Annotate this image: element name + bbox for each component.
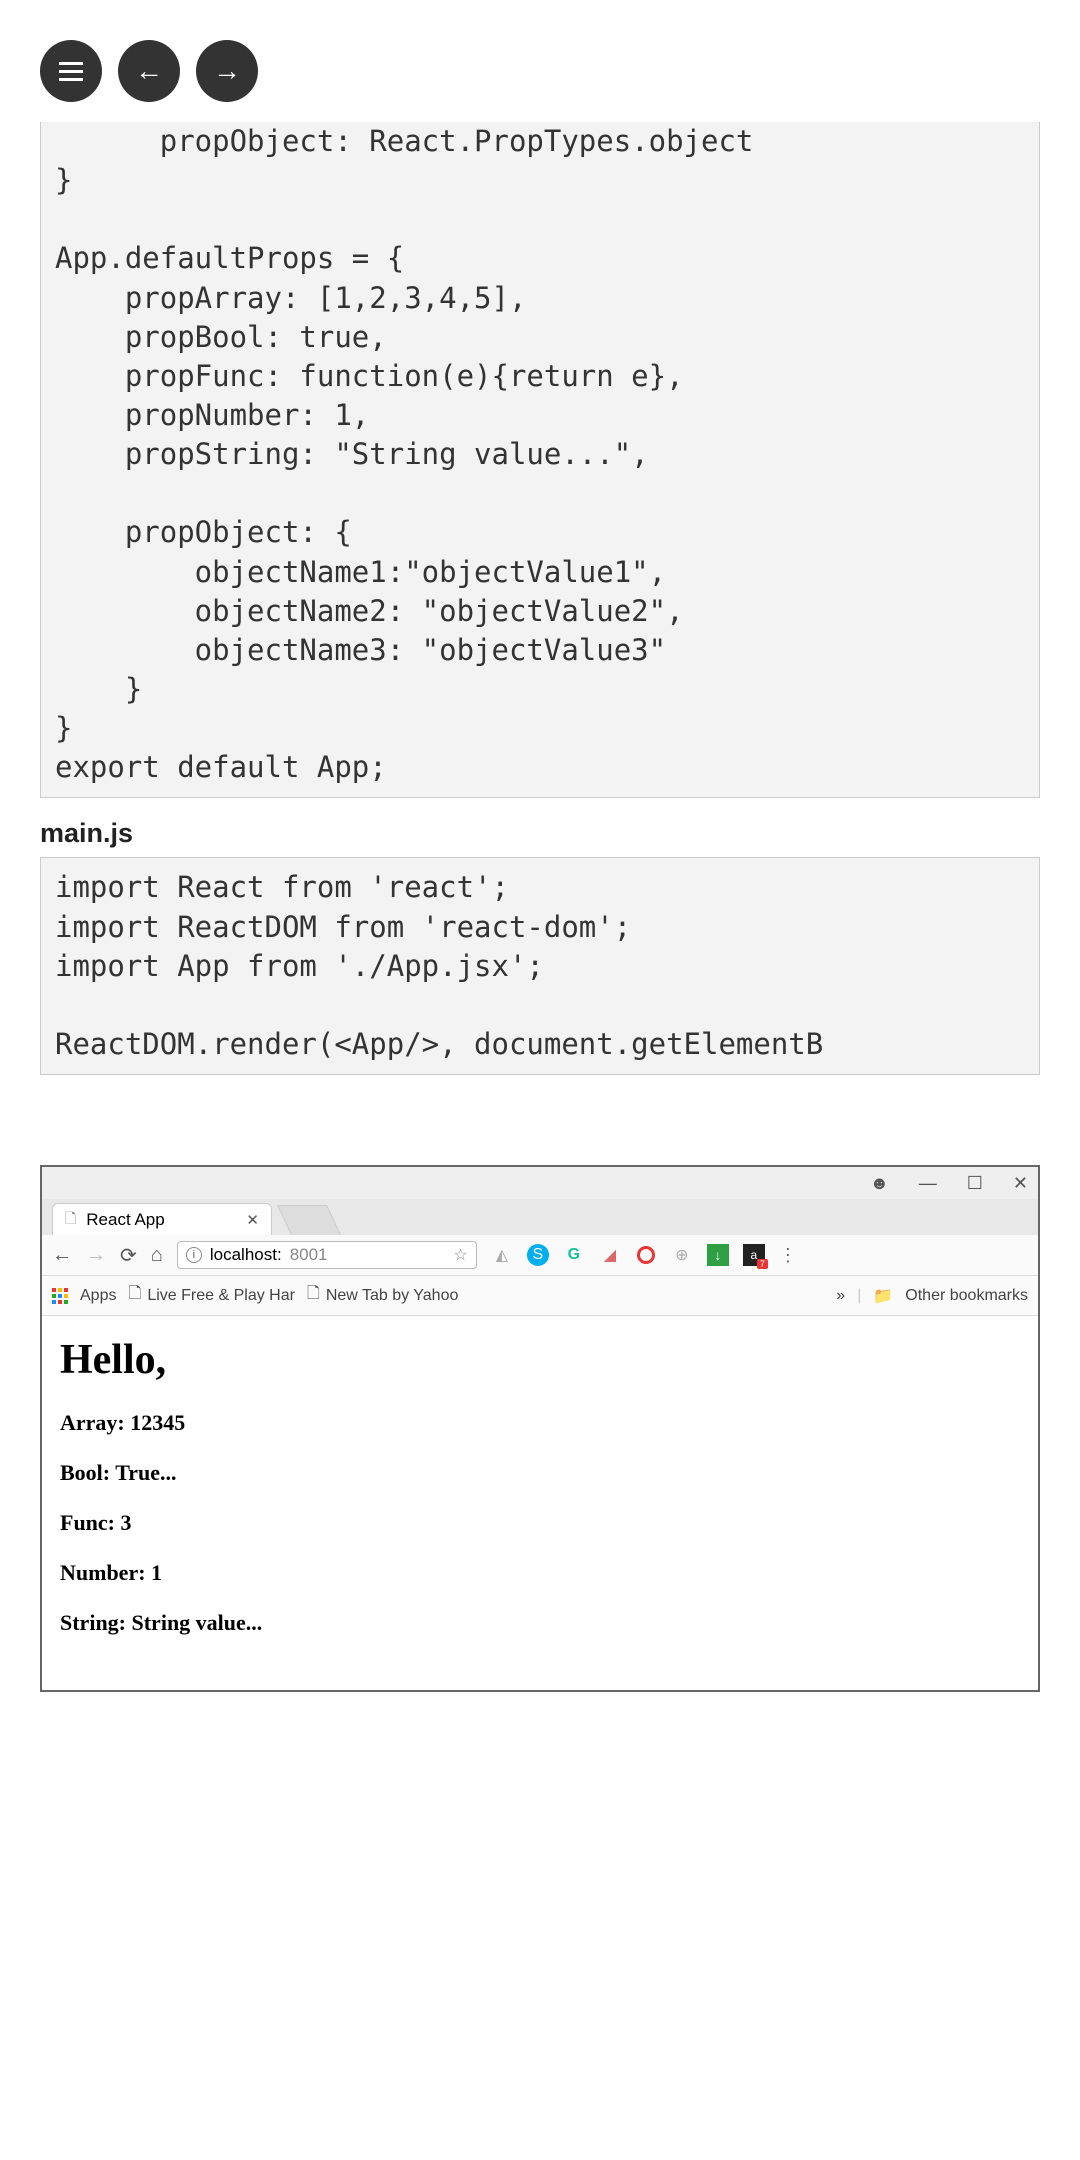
bookmark-label: Live Free & Play Har [147, 1287, 295, 1305]
tab-title: React App [86, 1210, 164, 1230]
minimize-icon: — [919, 1173, 937, 1194]
download-icon[interactable]: ↓ [707, 1244, 729, 1266]
top-nav-bar: ← → [0, 0, 1080, 122]
address-bar-row: ← → ⟳ ⌂ i localhost: 8001 ☆ ◭ S G ◢ ⊕ ↓ a… [42, 1235, 1038, 1276]
code-block-app: propObject: React.PropTypes.object } App… [40, 122, 1040, 798]
grammarly-icon[interactable]: G [563, 1244, 585, 1266]
bookmarks-bar: Apps 🗋 Live Free & Play Har 🗋 New Tab by Y… [42, 1276, 1038, 1316]
other-bookmarks-label[interactable]: Other bookmarks [905, 1287, 1028, 1305]
page-icon: 🗋 [307, 1282, 320, 1309]
apps-label[interactable]: Apps [80, 1287, 116, 1305]
globe-icon[interactable]: ⊕ [671, 1244, 693, 1266]
page-icon: 🗋 [65, 1208, 76, 1232]
bookmark-item[interactable]: 🗋 New Tab by Yahoo [307, 1282, 458, 1309]
menu-button[interactable] [40, 40, 102, 102]
skype-icon[interactable]: S [527, 1244, 549, 1266]
rendered-page: Hello, Array: 12345 Bool: True... Func: … [42, 1316, 1038, 1690]
user-icon: ☻ [870, 1173, 889, 1194]
amazon-badge: 7 [757, 1259, 768, 1269]
overflow-chevron-icon[interactable]: » [836, 1287, 845, 1305]
output-bool: Bool: True... [60, 1460, 1020, 1486]
page-icon: 🗋 [128, 1282, 141, 1309]
drive-icon[interactable]: ◭ [491, 1244, 513, 1266]
nav-forward-icon: → [86, 1244, 106, 1267]
forward-button[interactable]: → [196, 40, 258, 102]
hamburger-icon [59, 62, 83, 81]
browser-screenshot: ☻ — ☐ ✕ 🗋 React App ✕ ← → ⟳ ⌂ i localhos… [40, 1165, 1040, 1692]
output-number: Number: 1 [60, 1560, 1020, 1586]
output-heading: Hello, [60, 1336, 1020, 1384]
url-port: 8001 [290, 1245, 328, 1265]
apps-grid-icon[interactable] [52, 1288, 68, 1304]
output-string: String: String value... [60, 1610, 1020, 1636]
tab-strip: 🗋 React App ✕ [42, 1199, 1038, 1235]
back-button[interactable]: ← [118, 40, 180, 102]
tab-close-icon[interactable]: ✕ [246, 1211, 259, 1229]
adobe-icon[interactable]: ◢ [599, 1244, 621, 1266]
arrow-left-icon: ← [135, 55, 163, 87]
nav-back-icon[interactable]: ← [52, 1244, 72, 1267]
output-func: Func: 3 [60, 1510, 1020, 1536]
close-window-icon: ✕ [1013, 1173, 1028, 1194]
address-bar[interactable]: i localhost: 8001 ☆ [177, 1241, 477, 1269]
bookmark-item[interactable]: 🗋 Live Free & Play Har [128, 1282, 294, 1309]
site-info-icon[interactable]: i [186, 1247, 202, 1263]
url-host: localhost: [210, 1245, 282, 1265]
output-array: Array: 12345 [60, 1410, 1020, 1436]
window-titlebar: ☻ — ☐ ✕ [42, 1167, 1038, 1201]
reload-icon[interactable]: ⟳ [120, 1243, 137, 1268]
bookmark-star-icon[interactable]: ☆ [454, 1245, 468, 1265]
amazon-icon[interactable]: a7 [743, 1244, 765, 1266]
folder-icon: 📁 [873, 1286, 893, 1306]
new-tab-button[interactable] [277, 1205, 341, 1235]
filename-label: main.js [40, 818, 1040, 849]
maximize-icon: ☐ [967, 1173, 983, 1194]
code-block-main: import React from 'react'; import ReactD… [40, 857, 1040, 1075]
home-icon[interactable]: ⌂ [151, 1244, 163, 1267]
more-menu-icon[interactable]: ⋮ [779, 1245, 797, 1266]
browser-tab[interactable]: 🗋 React App ✕ [52, 1203, 272, 1235]
opera-icon[interactable] [635, 1244, 657, 1266]
bookmark-label: New Tab by Yahoo [326, 1287, 459, 1305]
arrow-right-icon: → [213, 55, 241, 87]
